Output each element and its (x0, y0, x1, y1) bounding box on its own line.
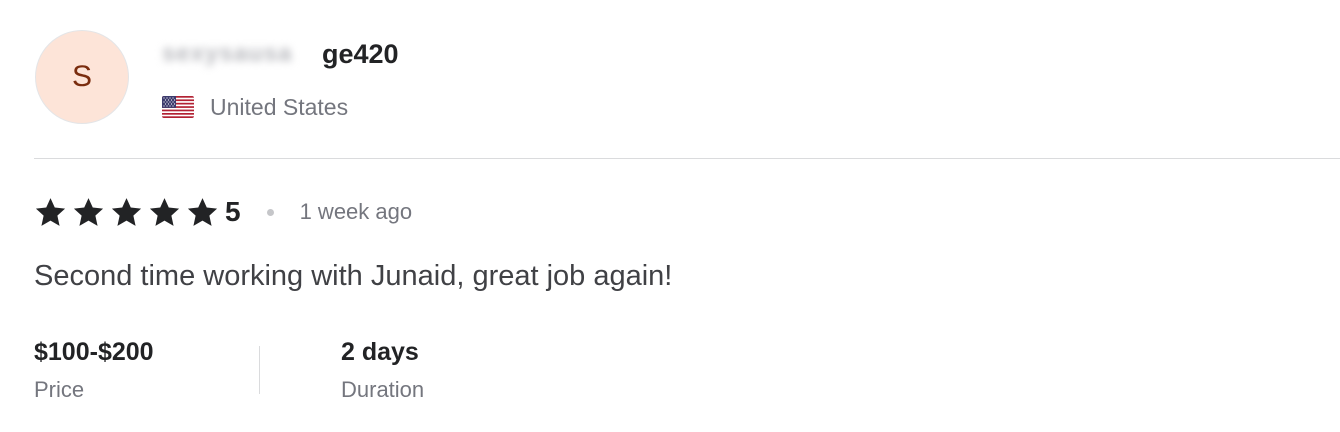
reviewer-country: United States (162, 92, 348, 122)
star-icon (149, 197, 180, 226)
rating-row: 5 1 week ago (34, 193, 412, 231)
star-rating (34, 196, 219, 229)
review-card: S sexysausa ge420 United States 5 1 week… (0, 0, 1340, 432)
reviewer-name: sexysausa ge420 (162, 34, 399, 74)
star-icon (35, 197, 66, 226)
price-stat: $100-$200 Price (34, 336, 154, 405)
rating-value: 5 (225, 196, 241, 227)
separator-dot (266, 208, 274, 216)
stat-divider (259, 346, 260, 394)
duration-stat: 2 days Duration (341, 336, 424, 405)
duration-label: Duration (341, 377, 425, 402)
country-name: United States (210, 93, 349, 120)
header-divider (34, 158, 1340, 159)
review-comment: Second time working with Junaid, great j… (34, 260, 673, 292)
price-value: $100-$200 (34, 338, 154, 366)
duration-value: 2 days (341, 338, 419, 366)
price-label: Price (34, 377, 85, 402)
username-obscured: sexysausa (162, 40, 293, 67)
us-flag-icon (162, 96, 194, 118)
star-icon (187, 197, 218, 226)
username-visible: ge420 (322, 38, 399, 69)
avatar-letter: S (71, 60, 92, 93)
star-icon (73, 197, 104, 226)
avatar: S (35, 30, 129, 124)
star-icon (111, 197, 142, 226)
review-time: 1 week ago (299, 199, 413, 224)
